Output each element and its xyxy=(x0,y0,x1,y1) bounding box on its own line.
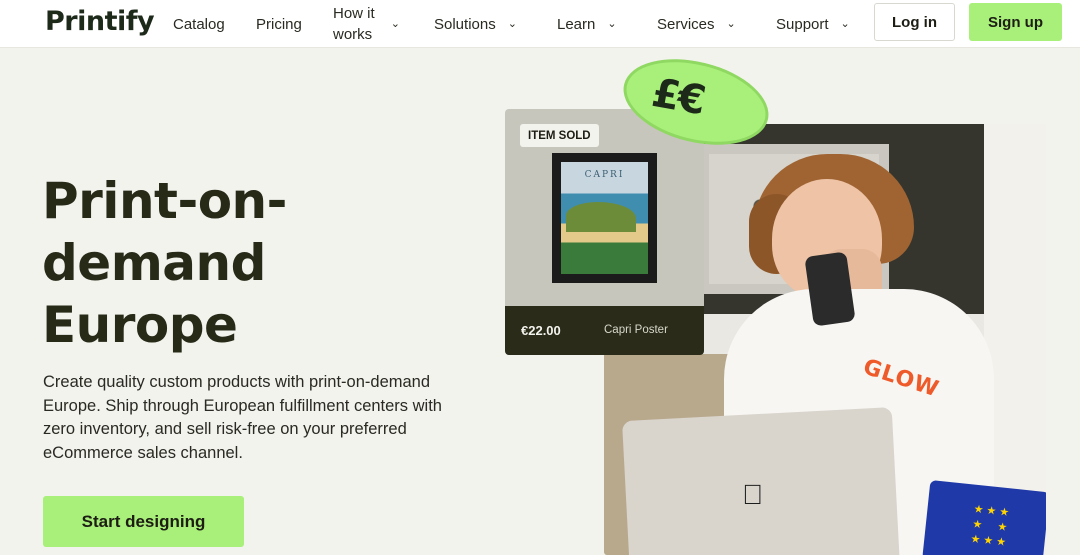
hero-description: Create quality custom products with prin… xyxy=(43,373,442,462)
printify-logo[interactable]: Printify xyxy=(45,6,155,37)
poster-title: CAPRI xyxy=(584,170,625,180)
nav-learn[interactable]: Learn ⌄ xyxy=(557,0,617,48)
hero-title-line: Europe xyxy=(42,296,238,354)
hero-title-line: demand xyxy=(42,234,266,292)
product-card: ITEM SOLD CAPRI €22.00 Capri Poster xyxy=(505,109,704,355)
nav-support-label: Support xyxy=(776,15,829,33)
hero-title-line: Print-on- xyxy=(42,172,287,230)
site-header: Printify Catalog Pricing How it works ⌄ … xyxy=(0,0,1080,48)
nav-solutions-label: Solutions xyxy=(434,15,496,33)
product-name: Capri Poster xyxy=(604,324,668,336)
nav-pricing[interactable]: Pricing xyxy=(256,0,302,48)
apple-logo-icon:  xyxy=(742,479,763,511)
eu-stars-icon: ★ ★ ★ ★ ★ ★ ★ ★ xyxy=(969,503,1010,549)
chevron-down-icon: ⌄ xyxy=(840,17,850,30)
item-sold-badge: ITEM SOLD xyxy=(520,124,599,147)
chevron-down-icon: ⌄ xyxy=(607,17,617,30)
nav-pricing-label: Pricing xyxy=(256,15,302,33)
nav-how-it-works-label: How it works xyxy=(333,3,375,45)
nav-how-it-works-line2: works xyxy=(333,26,373,43)
chevron-down-icon: ⌄ xyxy=(390,17,400,30)
nav-how-it-works[interactable]: How it works ⌄ xyxy=(333,0,400,48)
chevron-down-icon: ⌄ xyxy=(507,17,517,30)
signup-button[interactable]: Sign up xyxy=(969,3,1062,41)
nav-how-it-works-line1: How it xyxy=(333,5,375,22)
nav-learn-label: Learn xyxy=(557,15,596,33)
poster-artwork: CAPRI xyxy=(561,162,648,274)
capri-poster-image: CAPRI xyxy=(552,153,657,283)
nav-catalog[interactable]: Catalog xyxy=(173,0,225,48)
product-price: €22.00 xyxy=(521,323,561,338)
nav-solutions[interactable]: Solutions ⌄ xyxy=(434,0,517,48)
currency-symbols: £€ xyxy=(648,69,708,125)
hero-title: Print-on- demand Europe xyxy=(42,170,342,356)
nav-services-label: Services xyxy=(657,15,715,33)
chevron-down-icon: ⌄ xyxy=(726,17,736,30)
nav-support[interactable]: Support ⌄ xyxy=(776,0,850,48)
start-designing-button[interactable]: Start designing xyxy=(43,496,244,547)
poster-cliff xyxy=(566,202,636,232)
nav-services[interactable]: Services ⌄ xyxy=(657,0,736,48)
login-button[interactable]: Log in xyxy=(874,3,955,41)
nav-catalog-label: Catalog xyxy=(173,15,225,33)
